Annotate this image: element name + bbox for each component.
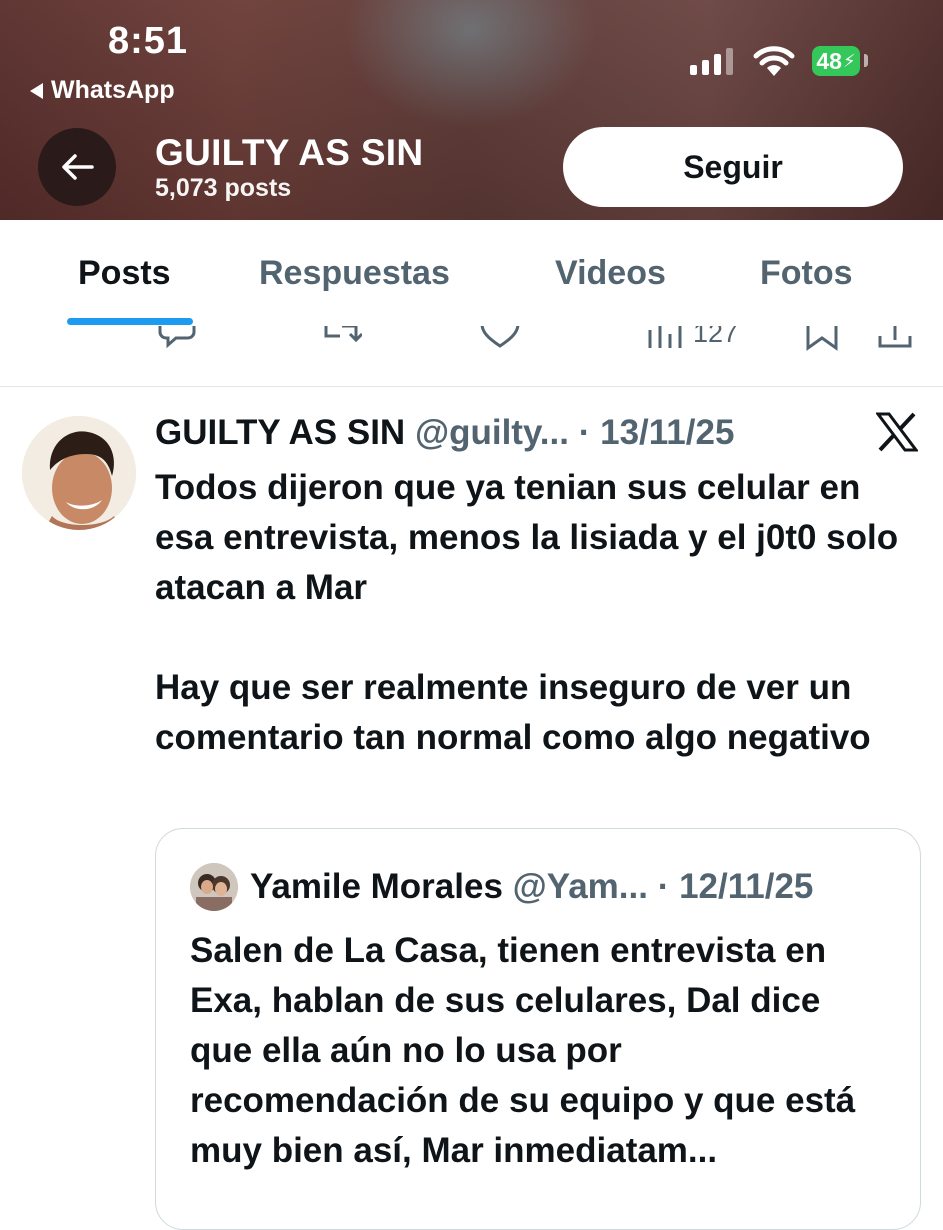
tweet-author-avatar[interactable] (22, 416, 136, 530)
views-count: 127 (693, 326, 739, 348)
tweet-author-handle[interactable]: @guilty... (415, 413, 569, 452)
tweet-paragraph: Todos dijeron que ya tenian sus celular … (155, 468, 899, 607)
follow-button[interactable]: Seguir (563, 127, 903, 207)
quoted-tweet-text: Salen de La Casa, tienen entrevista en E… (190, 931, 856, 1170)
views-icon[interactable] (644, 326, 684, 352)
quoted-author-avatar (190, 863, 238, 911)
battery-indicator: 48 ⚡ (812, 46, 860, 76)
arrow-left-icon (62, 154, 94, 180)
quoted-author-handle: @Yam... (512, 867, 648, 906)
back-app-label: WhatsApp (51, 76, 175, 104)
tweet-text: Todos dijeron que ya tenian sus celular … (155, 463, 915, 763)
like-icon[interactable] (480, 326, 520, 352)
status-time: 8:51 (108, 20, 189, 62)
back-triangle-icon (30, 82, 43, 99)
quoted-tweet-date: · 12/11/25 (657, 867, 814, 906)
retweet-icon[interactable] (322, 326, 362, 352)
tab-fotos[interactable]: Fotos (760, 254, 853, 293)
profile-tabs: Posts Respuestas Videos Fotos (0, 220, 943, 327)
tab-posts[interactable]: Posts (78, 254, 171, 293)
wifi-icon (753, 46, 795, 76)
back-button[interactable] (38, 128, 116, 206)
bookmark-icon[interactable] (804, 326, 840, 352)
quoted-tweet-card[interactable]: Yamile Morales @Yam... · 12/11/25 Salen … (155, 828, 921, 1230)
tweet-date: · 13/11/25 (578, 413, 735, 452)
battery-level: 48 (816, 47, 842, 74)
tab-videos[interactable]: Videos (555, 254, 666, 293)
quoted-author-photo (190, 863, 238, 911)
tab-respuestas[interactable]: Respuestas (259, 254, 450, 293)
tweet-header: GUILTY AS SIN @guilty... · 13/11/25 (155, 413, 734, 453)
previous-tweet-actions: 127 (0, 326, 943, 387)
reply-icon[interactable] (158, 326, 198, 352)
quoted-author-name: Yamile Morales (250, 867, 503, 906)
cellular-signal-icon (690, 48, 733, 75)
profile-name: GUILTY AS SIN (155, 132, 424, 173)
x-logo-icon (876, 412, 918, 452)
tweet-paragraph: Hay que ser realmente inseguro de ver un… (155, 668, 871, 757)
active-tab-indicator (67, 318, 193, 325)
profile-post-count: 5,073 posts (155, 174, 292, 202)
author-photo (22, 416, 136, 530)
charging-bolt-icon: ⚡ (842, 50, 856, 71)
battery-cap (864, 54, 868, 67)
tweet-author-name[interactable]: GUILTY AS SIN (155, 413, 405, 452)
share-icon[interactable] (876, 326, 914, 352)
back-to-whatsapp-link[interactable]: WhatsApp (30, 76, 175, 105)
quoted-tweet-header: Yamile Morales @Yam... · 12/11/25 (250, 867, 813, 907)
